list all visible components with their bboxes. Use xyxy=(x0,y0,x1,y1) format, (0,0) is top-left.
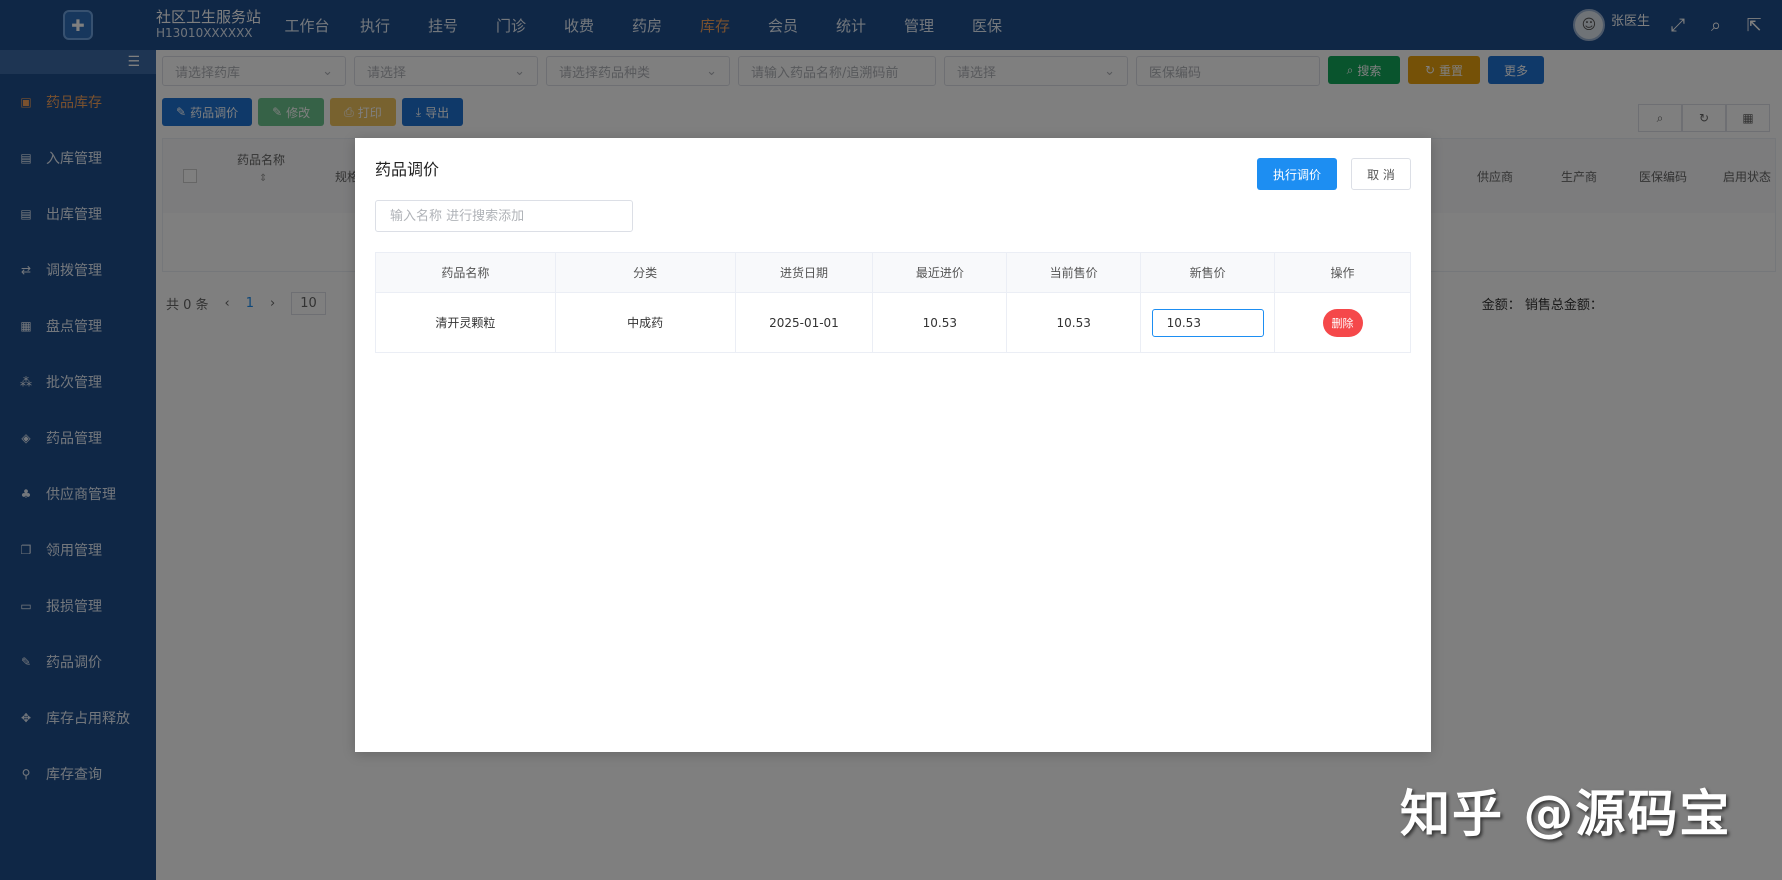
col-actions: 操作 xyxy=(1274,252,1411,293)
table-row: 清开灵颗粒 中成药 2025-01-01 10.53 10.53 删除 xyxy=(375,292,1411,353)
cell-current-price: 10.53 xyxy=(1006,292,1142,353)
new-price-input[interactable] xyxy=(1151,308,1264,337)
cell-purchase-date: 2025-01-01 xyxy=(735,292,874,353)
col-purchase-date: 进货日期 xyxy=(735,252,874,293)
col-drug-name: 药品名称 xyxy=(375,252,556,293)
cell-new-price xyxy=(1140,292,1276,353)
col-current-price: 当前售价 xyxy=(1006,252,1142,293)
watermark: 知乎 @源码宝 xyxy=(1400,785,1732,843)
price-adjust-dialog: 药品调价 执行调价 取 消 药品名称 分类 进货日期 最近进价 当前售价 新售价… xyxy=(355,138,1431,752)
delete-button[interactable]: 删除 xyxy=(1322,308,1363,337)
adjust-table: 药品名称 分类 进货日期 最近进价 当前售价 新售价 操作 清开灵颗粒 中成药 … xyxy=(375,252,1411,353)
dialog-title: 药品调价 xyxy=(375,160,440,179)
cell-actions: 删除 xyxy=(1274,292,1411,353)
adjust-table-header: 药品名称 分类 进货日期 最近进价 当前售价 新售价 操作 xyxy=(375,252,1411,293)
col-last-cost: 最近进价 xyxy=(872,252,1008,293)
col-category: 分类 xyxy=(555,252,736,293)
dialog-search-input[interactable] xyxy=(375,200,633,232)
cell-last-cost: 10.53 xyxy=(872,292,1008,353)
cell-drug-name: 清开灵颗粒 xyxy=(375,292,556,353)
execute-adjust-button[interactable]: 执行调价 xyxy=(1257,158,1337,190)
cancel-button[interactable]: 取 消 xyxy=(1351,158,1411,190)
cell-category: 中成药 xyxy=(555,292,736,353)
col-new-price: 新售价 xyxy=(1140,252,1276,293)
